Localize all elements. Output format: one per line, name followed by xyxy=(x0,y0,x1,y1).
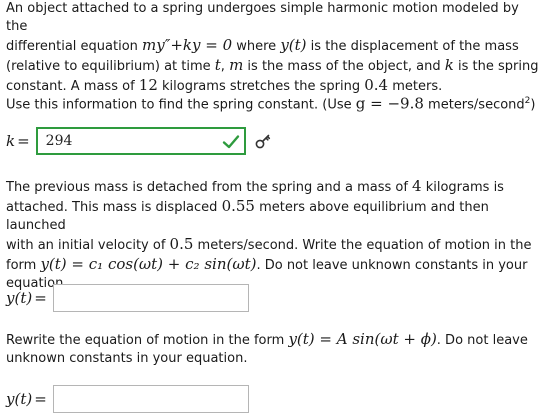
cos-sin-form: y(t) = c₁ cos(ωt) + c₂ sin(ωt) xyxy=(40,255,257,273)
motion-problem: The previous mass is detached from the s… xyxy=(6,177,532,291)
k-input[interactable]: 294 xyxy=(35,127,246,155)
y-amplitude-phase-input[interactable] xyxy=(52,385,249,413)
problem-intro: An object attached to a spring undergoes… xyxy=(6,0,544,96)
y-amplitude-phase-answer-row: y(t) = xyxy=(6,385,249,413)
differential-equation: my″+ky = 0 xyxy=(142,36,233,54)
amplitude-phase-form: y(t) = A sin(ωt + ϕ) xyxy=(288,330,437,348)
y-label: y(t) = xyxy=(6,289,47,307)
k-answer-row: k = 294 xyxy=(6,127,276,155)
key-icon[interactable] xyxy=(250,128,276,154)
k-label: k = xyxy=(6,132,30,150)
k-input-value: 294 xyxy=(45,133,73,149)
intro-line-3: (relative to equilibrium) at time t, m i… xyxy=(6,56,539,74)
y-cos-sin-answer-row: y(t) = xyxy=(6,284,249,312)
spring-constant-instruction: Use this information to find the spring … xyxy=(6,94,536,113)
rewrite-instruction: Rewrite the equation of motion in the fo… xyxy=(6,330,528,366)
intro-line-1: An object attached to a spring undergoes… xyxy=(6,1,519,34)
y-cos-sin-input[interactable] xyxy=(52,284,249,312)
y-label: y(t) = xyxy=(6,390,47,408)
checkmark-icon xyxy=(222,135,239,149)
intro-line-2: differential equation my″+ky = 0 where y… xyxy=(6,36,519,54)
